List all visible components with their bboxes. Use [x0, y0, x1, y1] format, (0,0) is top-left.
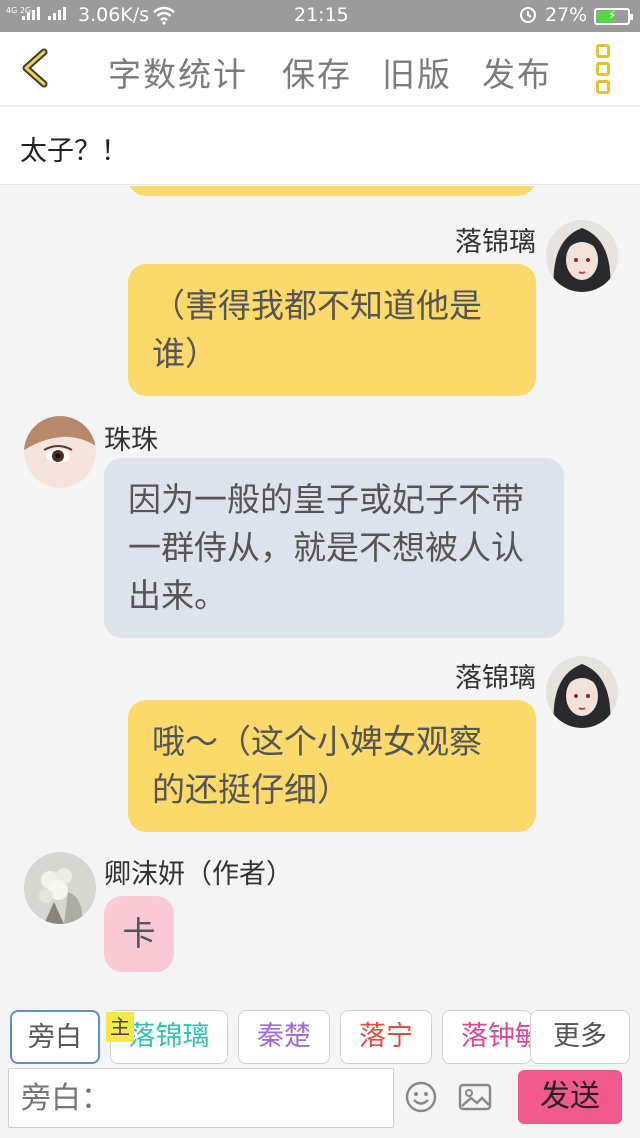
avatar-luojinli[interactable] — [546, 220, 618, 292]
message-speaker: 落锦璃 — [455, 663, 536, 694]
old-version-button[interactable]: 旧版 — [382, 48, 452, 96]
message-speaker: 珠珠 — [104, 425, 158, 456]
battery-percentage: 27% — [545, 4, 588, 26]
top-toolbar: 字数统计 保存 旧版 发布 — [0, 32, 640, 106]
chat-area[interactable]: 落锦璃 （害得我都不知道他是谁） 珠珠 因为一般的皇子或妃子不带一群侍从，就是不… — [0, 186, 640, 986]
role-tab-narrator[interactable]: 旁白 — [10, 1010, 100, 1064]
story-title-bar[interactable]: 太子？！ — [0, 107, 640, 185]
role-selector: 旁白 落锦璃 秦楚 落宁 落钟敏 更多 — [0, 988, 640, 1068]
role-tab-qinchu[interactable]: 秦楚 — [238, 1010, 330, 1064]
host-badge: 主 — [106, 1012, 134, 1042]
save-button[interactable]: 保存 — [282, 48, 352, 96]
message-input[interactable] — [8, 1068, 394, 1128]
message-bubble[interactable]: （害得我都不知道他是谁） — [128, 264, 536, 396]
clock: 21:15 — [294, 4, 349, 26]
composer: 发送 — [0, 1068, 640, 1138]
avatar-luojinli[interactable] — [546, 656, 618, 728]
avatar-zhuzhu[interactable] — [24, 416, 96, 488]
wifi-icon — [152, 5, 176, 30]
more-menu-icon[interactable] — [596, 44, 614, 94]
more-roles-button[interactable]: 更多 — [530, 1010, 630, 1064]
battery-icon: ⚡ — [594, 8, 633, 25]
message-speaker: 卿沫妍（作者） — [104, 859, 293, 890]
network-speed: 3.06K/s — [78, 4, 150, 26]
publish-button[interactable]: 发布 — [482, 48, 552, 96]
story-title: 太子？！ — [20, 136, 128, 167]
send-button[interactable]: 发送 — [518, 1070, 622, 1124]
word-count-button[interactable]: 字数统计 — [108, 48, 248, 96]
role-tab-luozhongmin[interactable]: 落钟敏 — [442, 1010, 532, 1064]
status-bar: 4G 2G 3.06K/s 21:15 27% ⚡ — [0, 0, 640, 32]
message-bubble[interactable]: 因为一般的皇子或妃子不带一群侍从，就是不想被人认出来。 — [104, 458, 564, 638]
signal-strength-icon — [22, 7, 66, 20]
image-icon[interactable] — [458, 1080, 492, 1114]
role-tab-luoning[interactable]: 落宁 — [340, 1010, 432, 1064]
emoji-icon[interactable] — [404, 1080, 438, 1114]
message-bubble[interactable]: 哦～（这个小婢女观察的还挺仔细） — [128, 700, 536, 832]
avatar-author[interactable] — [24, 852, 96, 924]
message-bubble-previous[interactable] — [128, 186, 536, 196]
alarm-icon — [518, 4, 538, 29]
message-speaker: 落锦璃 — [455, 227, 536, 258]
back-icon[interactable] — [14, 46, 58, 90]
message-bubble[interactable]: 卡 — [104, 896, 174, 972]
